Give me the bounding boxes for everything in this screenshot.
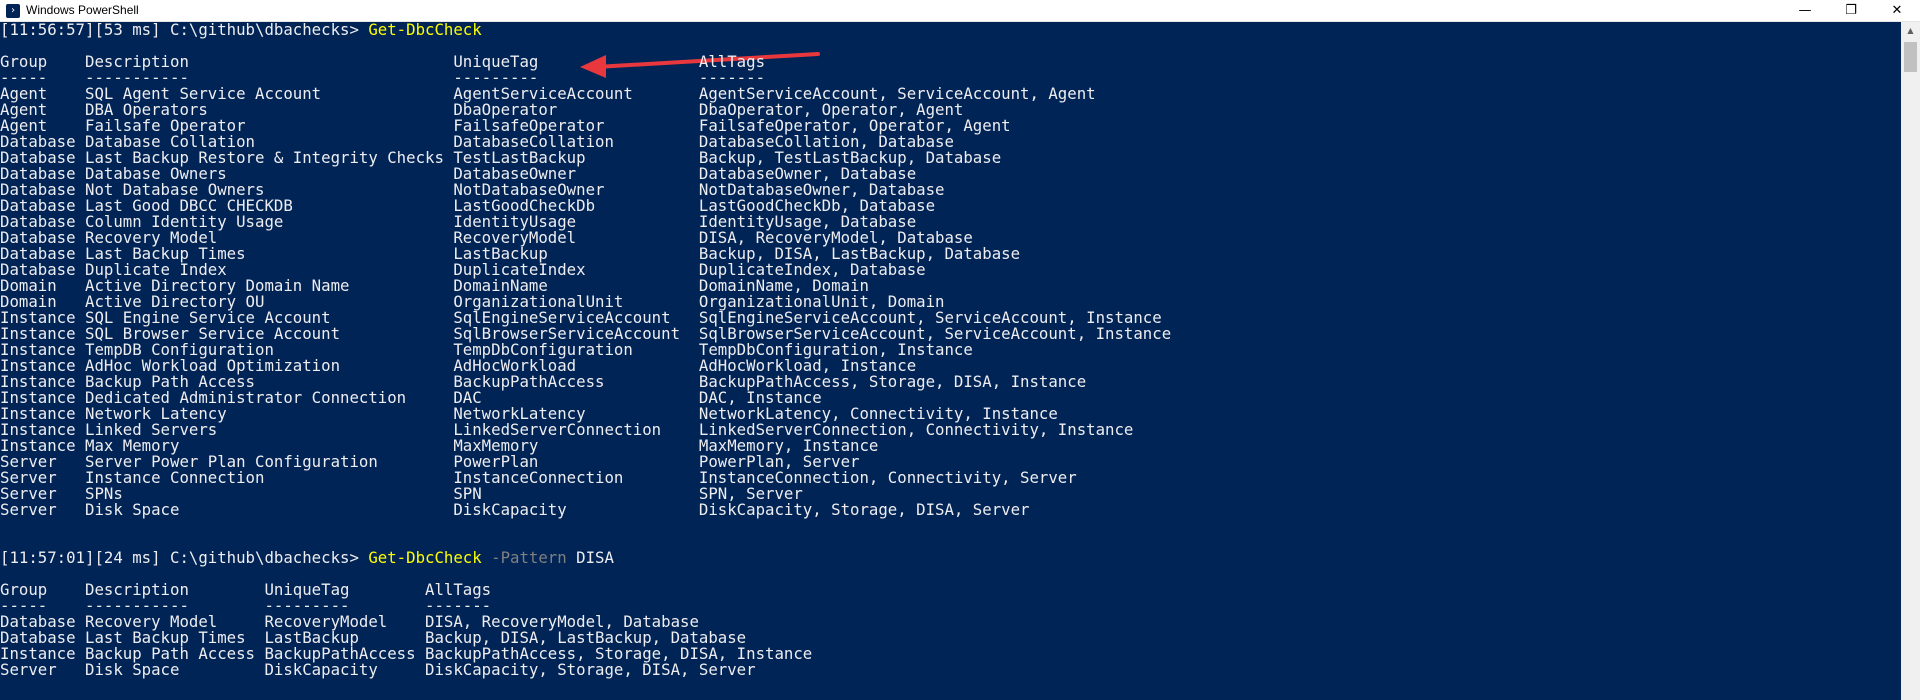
restore-button[interactable]: ❐	[1828, 0, 1874, 22]
scrollbar-thumb[interactable]	[1904, 42, 1917, 72]
row-text: Server Disk Space DiskCapacity DiskCapac…	[0, 660, 756, 679]
console-output[interactable]: [11:56:57][53 ms] C:\github\dbachecks> G…	[0, 22, 1901, 700]
row-text: Server Disk Space DiskCapacity DiskCapac…	[0, 500, 1030, 519]
table-row: Server Disk Space DiskCapacity DiskCapac…	[0, 662, 756, 678]
vertical-scrollbar[interactable]: ▲	[1901, 22, 1920, 700]
command-text: Get-DbcCheck	[368, 548, 482, 567]
window-titlebar: › Windows PowerShell — ❐ ✕	[0, 0, 1920, 22]
command-text: Get-DbcCheck	[368, 22, 482, 39]
argument-text: DISA	[566, 548, 614, 567]
powershell-icon: ›	[6, 4, 20, 18]
table-row: Server Disk Space DiskCapacity DiskCapac…	[0, 502, 1029, 518]
window-title: Windows PowerShell	[26, 3, 139, 17]
prompt-text: [11:56:57][53 ms] C:\github\dbachecks>	[0, 22, 369, 39]
prompt-line-2: [11:57:01][24 ms] C:\github\dbachecks> G…	[0, 550, 614, 566]
scroll-up-arrow-icon[interactable]: ▲	[1901, 22, 1920, 39]
minimize-button[interactable]: —	[1782, 0, 1828, 22]
parameter-text: -Pattern	[481, 548, 567, 567]
prompt-line-1: [11:56:57][53 ms] C:\github\dbachecks> G…	[0, 22, 482, 38]
prompt-text: [11:57:01][24 ms] C:\github\dbachecks>	[0, 548, 369, 567]
close-button[interactable]: ✕	[1874, 0, 1920, 22]
